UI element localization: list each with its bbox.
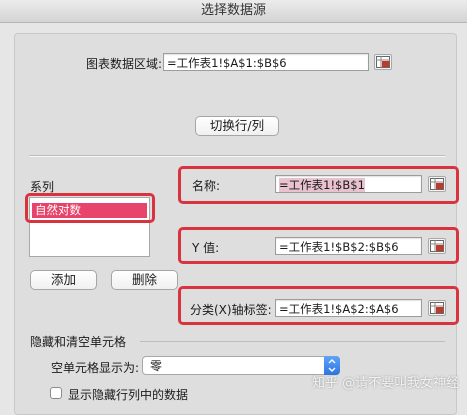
- range-select-icon: [376, 56, 390, 68]
- show-hidden-label: 显示隐藏行列中的数据: [68, 388, 189, 402]
- range-select-icon: [430, 240, 444, 252]
- series-highlight-box: [25, 193, 155, 223]
- x-axis-label: 分类(X)轴标签:: [190, 303, 272, 317]
- chart-range-select-button[interactable]: [374, 54, 392, 70]
- range-select-icon: [430, 302, 444, 314]
- name-field-value: =工作表1!$B$1: [279, 178, 365, 192]
- empty-cells-label: 空单元格显示为:: [51, 361, 140, 375]
- hidden-empty-section-label: 隐藏和清空单元格: [30, 335, 127, 349]
- name-label: 名称:: [192, 179, 221, 193]
- name-range-select-button[interactable]: [428, 176, 446, 192]
- y-values-range-select-button[interactable]: [428, 238, 446, 254]
- add-series-button[interactable]: 添加: [30, 270, 97, 290]
- section-divider-highlight: [29, 156, 445, 157]
- show-hidden-checkbox[interactable]: [50, 387, 62, 399]
- empty-cells-select[interactable]: 零: [142, 356, 340, 375]
- chart-range-field[interactable]: =工作表1!$A$1:$B$6: [163, 53, 369, 71]
- y-values-label: Y 值:: [192, 241, 220, 255]
- chart-range-label: 图表数据区域:: [86, 57, 163, 71]
- watermark: 知乎 @请不要叫我女神经: [312, 376, 460, 391]
- empty-cells-select-value: 零: [150, 359, 163, 373]
- y-values-field[interactable]: =工作表1!$B$2:$B$6: [275, 237, 422, 255]
- x-axis-range-select-button[interactable]: [428, 300, 446, 316]
- name-field[interactable]: =工作表1!$B$1: [275, 175, 422, 193]
- range-select-icon: [430, 178, 444, 190]
- window-title: 选择数据源: [0, 0, 467, 23]
- remove-series-button[interactable]: 删除: [111, 270, 178, 290]
- hidden-empty-divider: [140, 341, 445, 342]
- switch-row-column-button[interactable]: 切换行/列: [195, 116, 279, 136]
- x-axis-field[interactable]: =工作表1!$A$2:$A$6: [275, 299, 422, 317]
